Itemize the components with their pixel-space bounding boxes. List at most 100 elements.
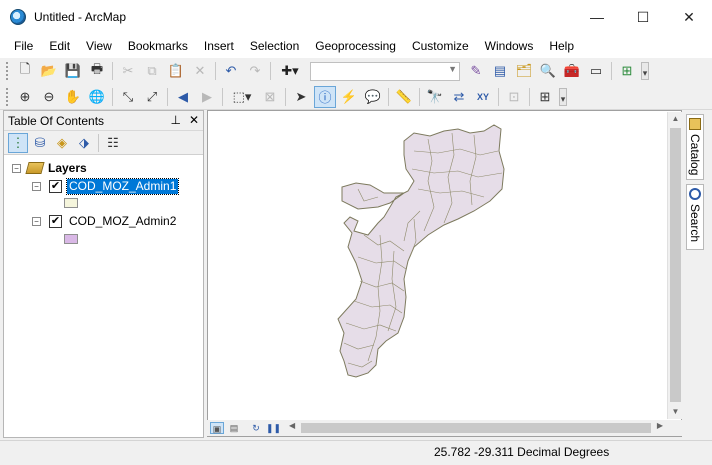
- find-binoculars-icon[interactable]: 🔭: [424, 86, 446, 108]
- find-route-icon[interactable]: ⇄: [448, 86, 470, 108]
- layer-visibility-checkbox[interactable]: ✔: [49, 214, 62, 228]
- back-arrow-icon[interactable]: ◀: [172, 86, 194, 108]
- open-folder-icon[interactable]: 📂: [38, 60, 60, 82]
- add-data-icon[interactable]: ✚▾: [275, 60, 305, 82]
- layer-name-label[interactable]: COD_MOZ_Admin1: [65, 177, 180, 195]
- new-document-icon[interactable]: 🗋: [14, 60, 36, 82]
- window-controls: — ☐ ✕: [574, 0, 712, 34]
- measure-ruler-icon[interactable]: 📏: [393, 86, 415, 108]
- redo-icon[interactable]: ↷: [244, 60, 266, 82]
- layer-visibility-checkbox[interactable]: ✔: [49, 179, 62, 193]
- full-extent-globe-icon[interactable]: 🌐: [86, 86, 108, 108]
- data-frame-label[interactable]: Layers: [48, 161, 87, 175]
- html-popup-icon[interactable]: 💬: [362, 86, 384, 108]
- layer-name-label[interactable]: COD_MOZ_Admin2: [67, 214, 178, 229]
- toc-close-icon[interactable]: ✕: [189, 113, 199, 127]
- toc-options-icon[interactable]: ☷: [103, 133, 123, 153]
- arctoolbox-icon[interactable]: 🧰: [561, 60, 583, 82]
- map-vertical-scrollbar[interactable]: ▲ ▼: [667, 112, 682, 419]
- menu-edit[interactable]: Edit: [41, 34, 78, 58]
- minimize-button[interactable]: —: [574, 0, 620, 34]
- horizontal-scroll-thumb[interactable]: [301, 423, 651, 433]
- copy-icon[interactable]: ⧉: [141, 60, 163, 82]
- toolbar-separator: [498, 87, 499, 106]
- paste-icon[interactable]: 📋: [165, 60, 187, 82]
- model-builder-icon[interactable]: ⊞: [616, 60, 638, 82]
- collapse-icon[interactable]: −: [32, 216, 41, 226]
- zoom-out-icon[interactable]: ⊖: [38, 86, 60, 108]
- layer-1-symbol-swatch[interactable]: [64, 198, 78, 208]
- toolbar-separator: [285, 87, 286, 106]
- vertical-scroll-thumb[interactable]: [670, 128, 681, 402]
- menu-file[interactable]: File: [6, 34, 41, 58]
- menu-customize[interactable]: Customize: [404, 34, 477, 58]
- menu-bookmarks[interactable]: Bookmarks: [120, 34, 196, 58]
- cut-icon[interactable]: ✂: [117, 60, 139, 82]
- mozambique-map: [337, 124, 505, 378]
- fixed-zoom-in-icon[interactable]: ⤡: [117, 86, 139, 108]
- menu-geoprocessing[interactable]: Geoprocessing: [307, 34, 404, 58]
- title-bar: Untitled - ArcMap — ☐ ✕: [0, 0, 712, 34]
- search-window-icon[interactable]: 🔍: [537, 60, 559, 82]
- toc-header: Table Of Contents ⊥ ✕: [4, 111, 203, 131]
- scroll-right-icon[interactable]: ▶: [657, 421, 663, 430]
- select-elements-pointer-icon[interactable]: ➤: [290, 86, 312, 108]
- table-of-contents-icon[interactable]: ▤: [489, 60, 511, 82]
- chevron-down-icon[interactable]: ▼: [448, 64, 457, 74]
- print-icon[interactable]: 🖶: [86, 60, 108, 82]
- map-display[interactable]: [207, 110, 682, 437]
- scroll-left-icon[interactable]: ◀: [289, 421, 295, 430]
- toolbar-separator: [270, 62, 271, 80]
- list-by-selection-icon[interactable]: ⬗: [74, 133, 94, 153]
- maximize-button[interactable]: ☐: [620, 0, 666, 34]
- save-icon[interactable]: 💾: [62, 60, 84, 82]
- menu-insert[interactable]: Insert: [196, 34, 242, 58]
- python-window-icon[interactable]: ▭: [585, 60, 607, 82]
- delete-icon[interactable]: ✕: [189, 60, 211, 82]
- menu-windows[interactable]: Windows: [477, 34, 542, 58]
- clear-selection-icon[interactable]: ⊠: [259, 86, 281, 108]
- collapse-icon[interactable]: −: [32, 181, 41, 191]
- select-features-icon[interactable]: ⬚▾: [227, 86, 257, 108]
- toolbar-overflow-icon[interactable]: ▾: [559, 87, 567, 106]
- menu-view[interactable]: View: [78, 34, 120, 58]
- menu-help[interactable]: Help: [541, 34, 582, 58]
- undo-icon[interactable]: ↶: [220, 60, 242, 82]
- layer-2-symbol-swatch[interactable]: [64, 234, 78, 244]
- collapse-icon[interactable]: −: [12, 163, 21, 173]
- forward-arrow-icon[interactable]: ▶: [196, 86, 218, 108]
- editor-toolbar-icon[interactable]: ✎: [465, 60, 487, 82]
- toolbar-separator: [611, 62, 612, 80]
- pan-hand-icon[interactable]: ✋: [62, 86, 84, 108]
- scroll-down-icon[interactable]: ▼: [668, 405, 683, 419]
- list-by-drawing-order-icon[interactable]: ⋮: [8, 132, 28, 153]
- identify-info-icon[interactable]: ⓘ: [314, 85, 336, 108]
- scroll-up-icon[interactable]: ▲: [668, 112, 683, 126]
- refresh-icon[interactable]: ↻: [249, 422, 263, 434]
- catalog-tab[interactable]: Catalog: [686, 114, 704, 180]
- close-button[interactable]: ✕: [666, 0, 712, 34]
- data-view-icon[interactable]: ▣: [210, 422, 224, 434]
- toolbar-grip[interactable]: [6, 87, 10, 106]
- mozambique-admin-polygons[interactable]: [337, 124, 505, 378]
- map-scale-combobox[interactable]: ▼: [310, 61, 460, 81]
- menu-selection[interactable]: Selection: [242, 34, 307, 58]
- toolbar-separator: [215, 62, 216, 80]
- pin-icon[interactable]: ⊥: [170, 113, 180, 127]
- toolbar-separator: [222, 87, 223, 106]
- list-by-source-icon[interactable]: ⛁: [30, 133, 50, 153]
- hyperlink-lightning-icon[interactable]: ⚡: [338, 86, 360, 108]
- catalog-window-icon[interactable]: 🗂: [513, 60, 535, 82]
- toolbar-overflow-icon[interactable]: ▾: [641, 62, 649, 80]
- search-tab[interactable]: Search: [686, 184, 704, 250]
- time-slider-icon[interactable]: ⊡: [503, 86, 525, 108]
- list-by-visibility-icon[interactable]: ◈: [52, 133, 72, 153]
- toolbar-grip[interactable]: [6, 62, 10, 80]
- pause-drawing-icon[interactable]: ❚❚: [266, 422, 281, 434]
- zoom-in-icon[interactable]: ⊕: [14, 86, 36, 108]
- layout-view-icon[interactable]: ▤: [227, 422, 241, 434]
- go-to-xy-icon[interactable]: XY: [472, 86, 494, 108]
- map-horizontal-scrollbar[interactable]: ◀ ▶: [289, 421, 663, 435]
- create-viewer-window-icon[interactable]: ⊞: [534, 86, 556, 108]
- fixed-zoom-out-icon[interactable]: ⤢: [141, 86, 163, 108]
